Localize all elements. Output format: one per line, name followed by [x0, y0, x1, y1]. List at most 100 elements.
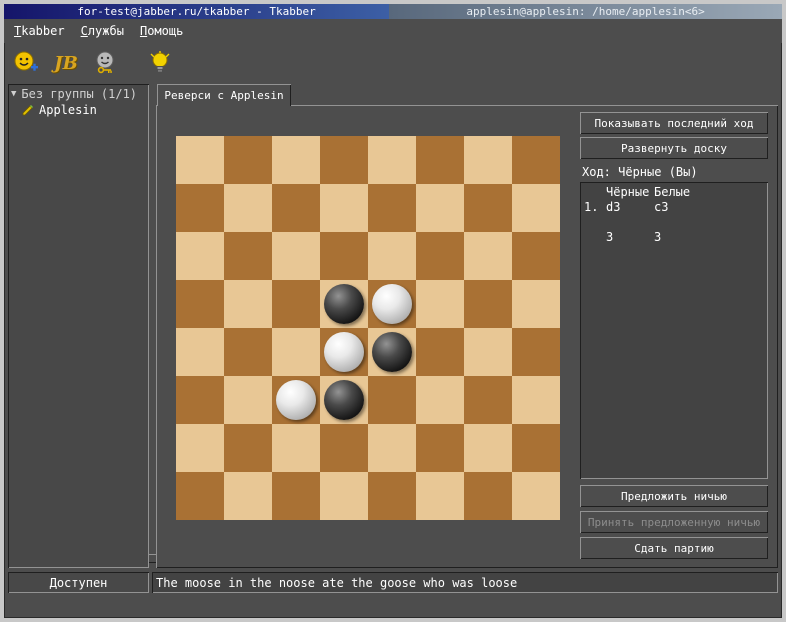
board-cell-0-1[interactable]: [224, 136, 272, 184]
move-cell-n: 1.: [584, 200, 606, 215]
move-list[interactable]: Чёрные Белые 1.d3c3 3 3: [580, 182, 768, 479]
board-cell-0-4[interactable]: [368, 136, 416, 184]
board-cell-3-6[interactable]: [464, 280, 512, 328]
titlebar[interactable]: for-test@jabber.ru/tkabber - Tkabber app…: [4, 4, 782, 19]
board-cell-0-5[interactable]: [416, 136, 464, 184]
toolbar: JB: [4, 43, 782, 83]
move-cell-black: d3: [606, 200, 654, 215]
board-cell-3-7[interactable]: [512, 280, 560, 328]
chat-input[interactable]: [152, 572, 778, 593]
score-white: 3: [654, 230, 768, 245]
board-cell-3-1[interactable]: [224, 280, 272, 328]
board-cell-0-3[interactable]: [320, 136, 368, 184]
board-cell-2-1[interactable]: [224, 232, 272, 280]
move-row[interactable]: 1.d3c3: [580, 200, 768, 215]
board-cell-2-0[interactable]: [176, 232, 224, 280]
board-cell-1-3[interactable]: [320, 184, 368, 232]
white-disc: [324, 332, 364, 372]
black-disc: [324, 284, 364, 324]
roster-contact-applesin[interactable]: Applesin: [8, 102, 149, 117]
board-cell-5-7[interactable]: [512, 376, 560, 424]
board-cell-6-3[interactable]: [320, 424, 368, 472]
board-cell-5-4[interactable]: [368, 376, 416, 424]
presence-status[interactable]: Доступен: [8, 572, 149, 593]
board-cell-5-5[interactable]: [416, 376, 464, 424]
board-cell-0-0[interactable]: [176, 136, 224, 184]
flip-board-button[interactable]: Развернуть доску: [580, 137, 768, 159]
show-last-move-button[interactable]: Показывать последний ход: [580, 112, 768, 134]
black-disc: [372, 332, 412, 372]
board-cell-1-7[interactable]: [512, 184, 560, 232]
smiley-keys-icon[interactable]: [92, 49, 120, 77]
menu-services[interactable]: Службы: [81, 24, 124, 38]
offer-draw-button[interactable]: Предложить ничью: [580, 485, 768, 507]
menu-tkabber[interactable]: Tkabber: [14, 24, 65, 38]
header-white: Белые: [654, 185, 768, 200]
score-black: 3: [606, 230, 654, 245]
board-cell-6-2[interactable]: [272, 424, 320, 472]
board-cell-0-7[interactable]: [512, 136, 560, 184]
board-cell-2-6[interactable]: [464, 232, 512, 280]
board-cell-3-5[interactable]: [416, 280, 464, 328]
board-cell-4-2[interactable]: [272, 328, 320, 376]
reversi-board: [176, 136, 560, 520]
jb-logo-icon[interactable]: JB: [52, 49, 80, 77]
board-cell-0-2[interactable]: [272, 136, 320, 184]
background-window-title[interactable]: applesin@applesin: /home/applesin<6>: [389, 4, 782, 19]
board-cell-6-7[interactable]: [512, 424, 560, 472]
board-cell-6-5[interactable]: [416, 424, 464, 472]
presence-status-label: Доступен: [50, 576, 108, 590]
board-cell-2-5[interactable]: [416, 232, 464, 280]
move-list-header: Чёрные Белые: [580, 185, 768, 200]
board-cell-3-0[interactable]: [176, 280, 224, 328]
sash-divider[interactable]: [150, 84, 155, 568]
board-cell-6-6[interactable]: [464, 424, 512, 472]
board-cell-0-6[interactable]: [464, 136, 512, 184]
move-list-rows: 1.d3c3: [580, 200, 768, 215]
board-cell-2-2[interactable]: [272, 232, 320, 280]
window-title[interactable]: for-test@jabber.ru/tkabber - Tkabber: [4, 4, 389, 19]
tab-label: Реверси с Applesin: [164, 89, 283, 102]
board-cell-7-0[interactable]: [176, 472, 224, 520]
white-disc: [372, 284, 412, 324]
menu-help[interactable]: Помощь: [140, 24, 183, 38]
game-pane: Показывать последний ход Развернуть доск…: [156, 105, 778, 568]
board-cell-4-5[interactable]: [416, 328, 464, 376]
smiley-plus-icon[interactable]: [12, 49, 40, 77]
board-cell-2-3[interactable]: [320, 232, 368, 280]
board-cell-7-4[interactable]: [368, 472, 416, 520]
board-cell-7-6[interactable]: [464, 472, 512, 520]
board-cell-2-7[interactable]: [512, 232, 560, 280]
board-cell-4-6[interactable]: [464, 328, 512, 376]
board-cell-1-5[interactable]: [416, 184, 464, 232]
roster-group-header[interactable]: ▼ Без группы (1/1): [8, 84, 149, 102]
board-cell-4-1[interactable]: [224, 328, 272, 376]
accept-draw-button[interactable]: Принять предложенную ничью: [580, 511, 768, 533]
board-cell-6-0[interactable]: [176, 424, 224, 472]
board-cell-3-2[interactable]: [272, 280, 320, 328]
board-cell-4-7[interactable]: [512, 328, 560, 376]
board-cell-1-0[interactable]: [176, 184, 224, 232]
board-cell-5-6[interactable]: [464, 376, 512, 424]
chevron-down-icon[interactable]: ▼: [11, 89, 16, 99]
board-cell-1-4[interactable]: [368, 184, 416, 232]
board-cell-1-6[interactable]: [464, 184, 512, 232]
turn-label: Ход: Чёрные (Вы): [582, 165, 698, 179]
resign-button[interactable]: Сдать партию: [580, 537, 768, 559]
roster-group-label: Без группы (1/1): [21, 87, 137, 101]
board-cell-7-3[interactable]: [320, 472, 368, 520]
tab-reversi[interactable]: Реверси с Applesin: [157, 84, 291, 106]
board-cell-1-2[interactable]: [272, 184, 320, 232]
board-cell-7-1[interactable]: [224, 472, 272, 520]
board-cell-6-4[interactable]: [368, 424, 416, 472]
board-cell-5-1[interactable]: [224, 376, 272, 424]
board-cell-5-0[interactable]: [176, 376, 224, 424]
board-cell-4-0[interactable]: [176, 328, 224, 376]
board-cell-1-1[interactable]: [224, 184, 272, 232]
board-cell-7-2[interactable]: [272, 472, 320, 520]
lamp-icon[interactable]: [146, 49, 174, 77]
board-cell-7-5[interactable]: [416, 472, 464, 520]
board-cell-6-1[interactable]: [224, 424, 272, 472]
board-cell-7-7[interactable]: [512, 472, 560, 520]
board-cell-2-4[interactable]: [368, 232, 416, 280]
